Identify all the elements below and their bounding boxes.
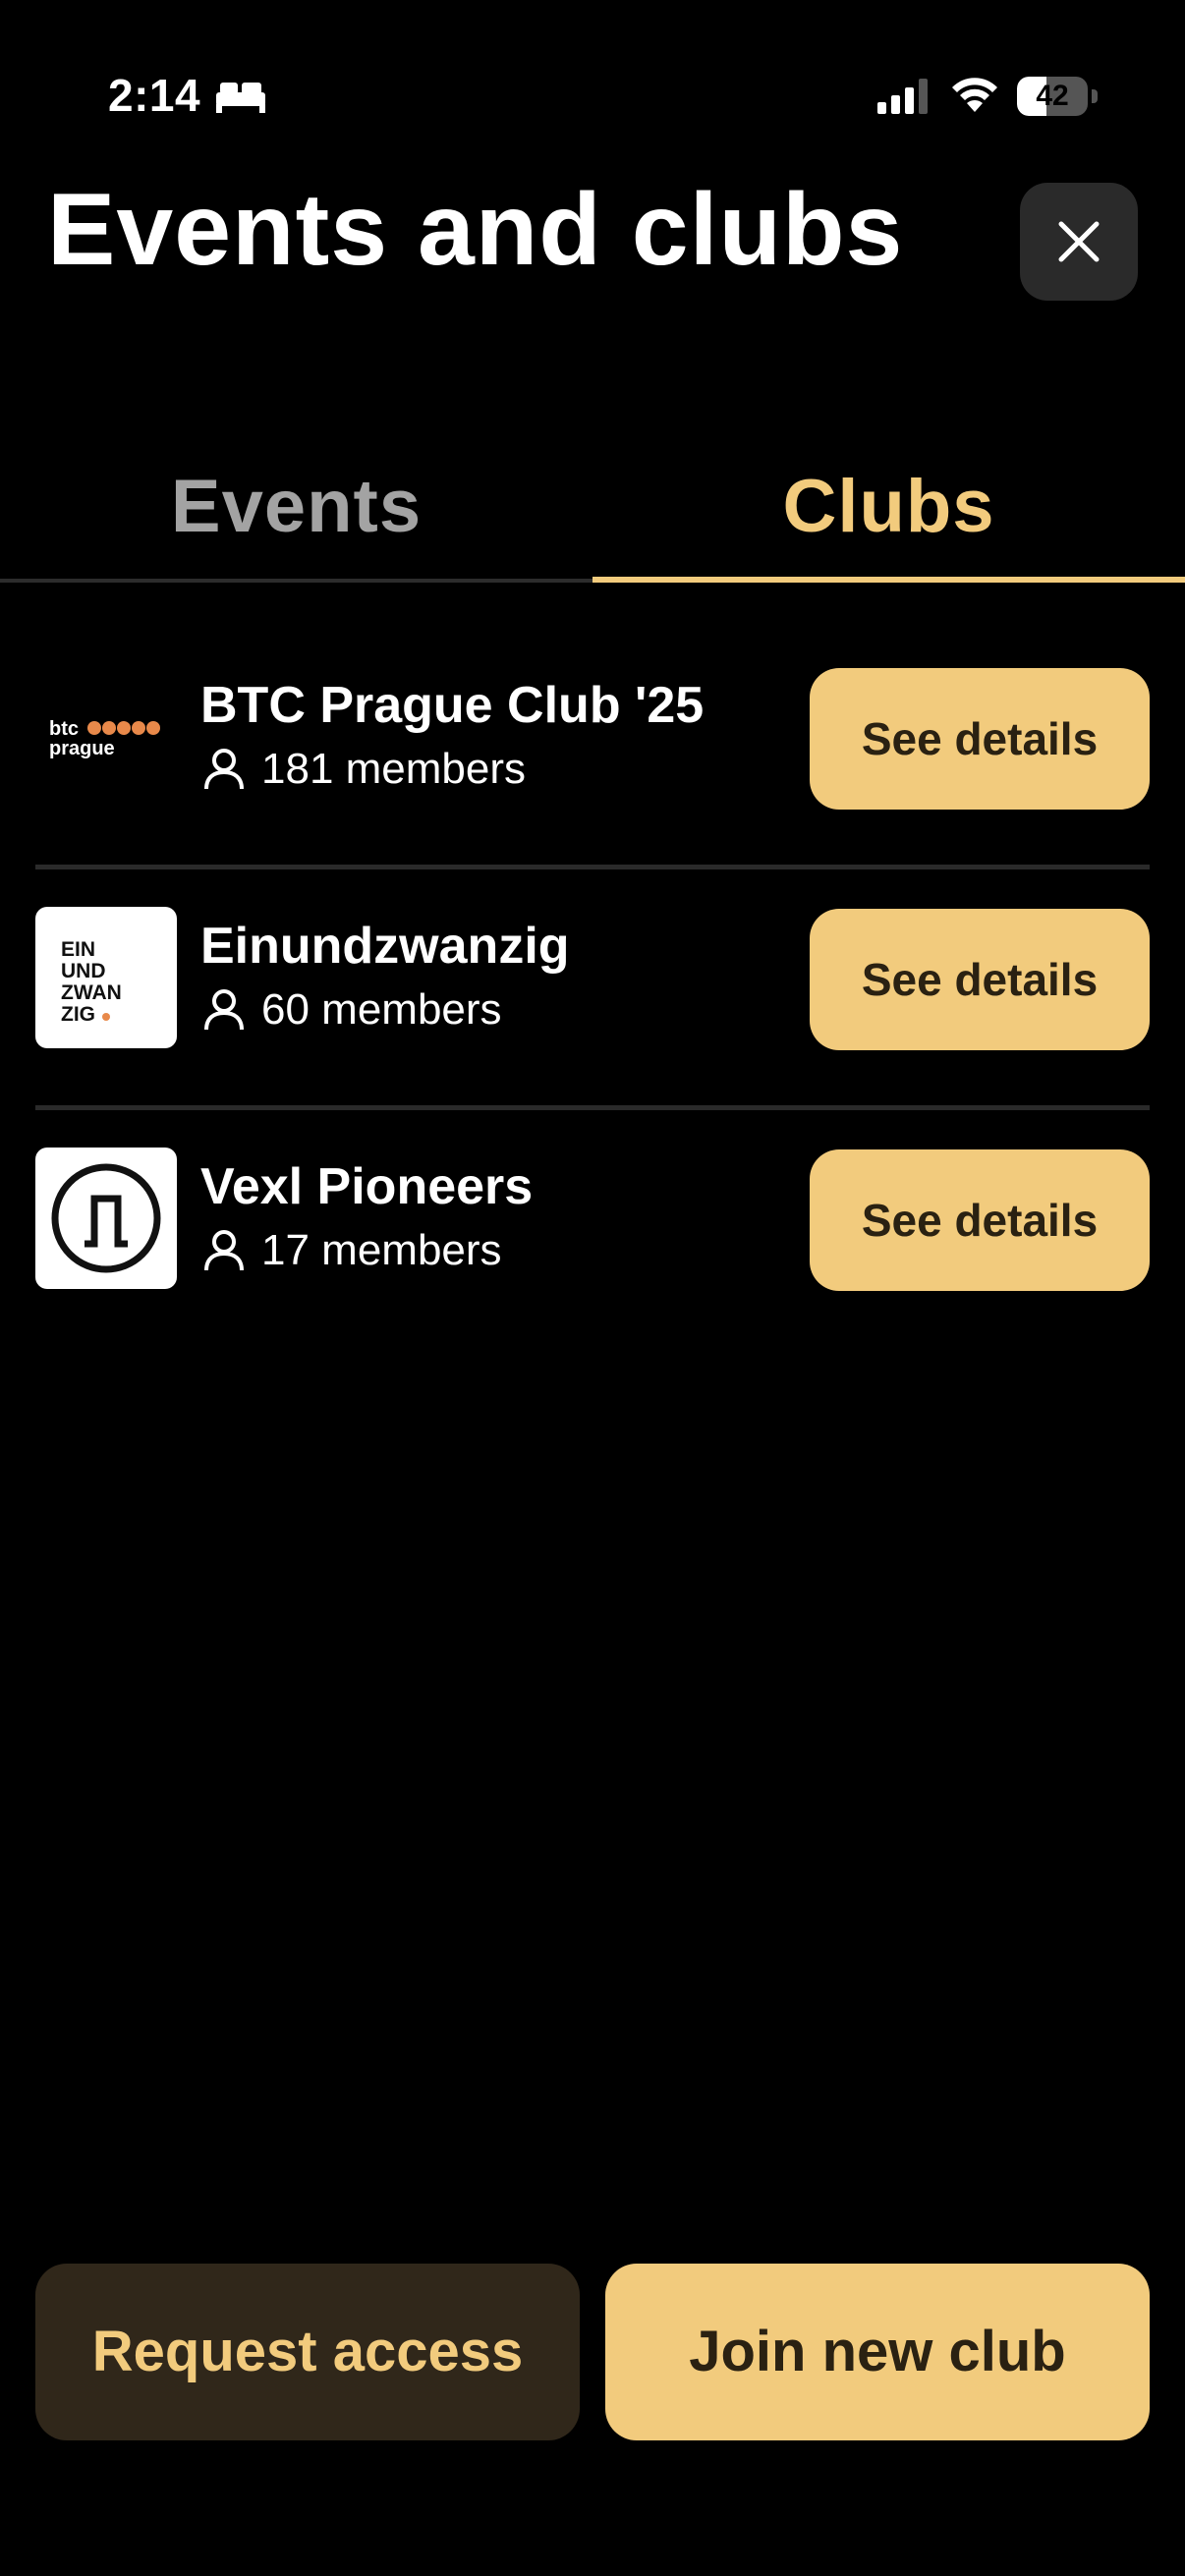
svg-text:ZIG: ZIG: [61, 1003, 95, 1026]
bottom-actions: Request access Join new club: [35, 2264, 1150, 2440]
bed-icon: [216, 83, 265, 113]
svg-text:UND: UND: [61, 960, 106, 982]
wifi-icon: [952, 78, 997, 112]
close-button[interactable]: [1020, 183, 1138, 301]
member-count-label: 17 members: [261, 1226, 502, 1274]
request-access-button[interactable]: Request access: [35, 2264, 580, 2440]
see-details-button[interactable]: See details: [810, 1149, 1150, 1291]
member-count: 17 members: [200, 1226, 502, 1275]
close-icon: [1058, 221, 1100, 262]
btc-prague-logo: btc prague: [35, 666, 177, 808]
club-list: btc prague BTC Prague Club '25 181 membe…: [35, 629, 1150, 1346]
svg-text:prague: prague: [49, 738, 115, 759]
cellular-signal-icon: [877, 79, 928, 114]
member-count: 60 members: [200, 985, 502, 1035]
member-count: 181 members: [200, 745, 526, 794]
vexl-logo: [35, 1148, 177, 1289]
see-details-button[interactable]: See details: [810, 668, 1150, 810]
page-title: Events and clubs: [47, 173, 904, 287]
svg-text:btc: btc: [49, 718, 79, 740]
battery-indicator: 42: [1017, 77, 1100, 116]
battery-level: 42: [1036, 80, 1069, 112]
status-time: 2:14: [108, 70, 201, 121]
club-name: Einundzwanzig: [200, 918, 570, 975]
status-bar: 2:14 42: [0, 0, 1185, 187]
join-new-club-button[interactable]: Join new club: [605, 2264, 1150, 2440]
club-row: EIN UND ZWAN ZIG Einundzwanzig 60 member…: [35, 865, 1150, 1105]
tab-clubs[interactable]: Clubs: [592, 442, 1185, 580]
member-count-label: 181 members: [261, 745, 527, 793]
club-name: BTC Prague Club '25: [200, 677, 705, 734]
einundzwanzig-logo: EIN UND ZWAN ZIG: [35, 907, 177, 1048]
club-row: Vexl Pioneers 17 members See details: [35, 1105, 1150, 1346]
active-tab-indicator: [592, 577, 1185, 583]
club-row: btc prague BTC Prague Club '25 181 membe…: [35, 629, 1150, 865]
person-icon: [204, 989, 244, 1031]
club-name: Vexl Pioneers: [200, 1158, 534, 1215]
person-icon: [204, 749, 244, 790]
tab-events[interactable]: Events: [0, 442, 592, 580]
svg-text:EIN: EIN: [61, 938, 95, 961]
tab-bar: Events Clubs: [0, 442, 1185, 586]
person-icon: [204, 1230, 244, 1271]
see-details-button[interactable]: See details: [810, 909, 1150, 1050]
tab-divider: [0, 579, 592, 583]
member-count-label: 60 members: [261, 985, 502, 1034]
svg-text:ZWAN: ZWAN: [61, 981, 122, 1004]
